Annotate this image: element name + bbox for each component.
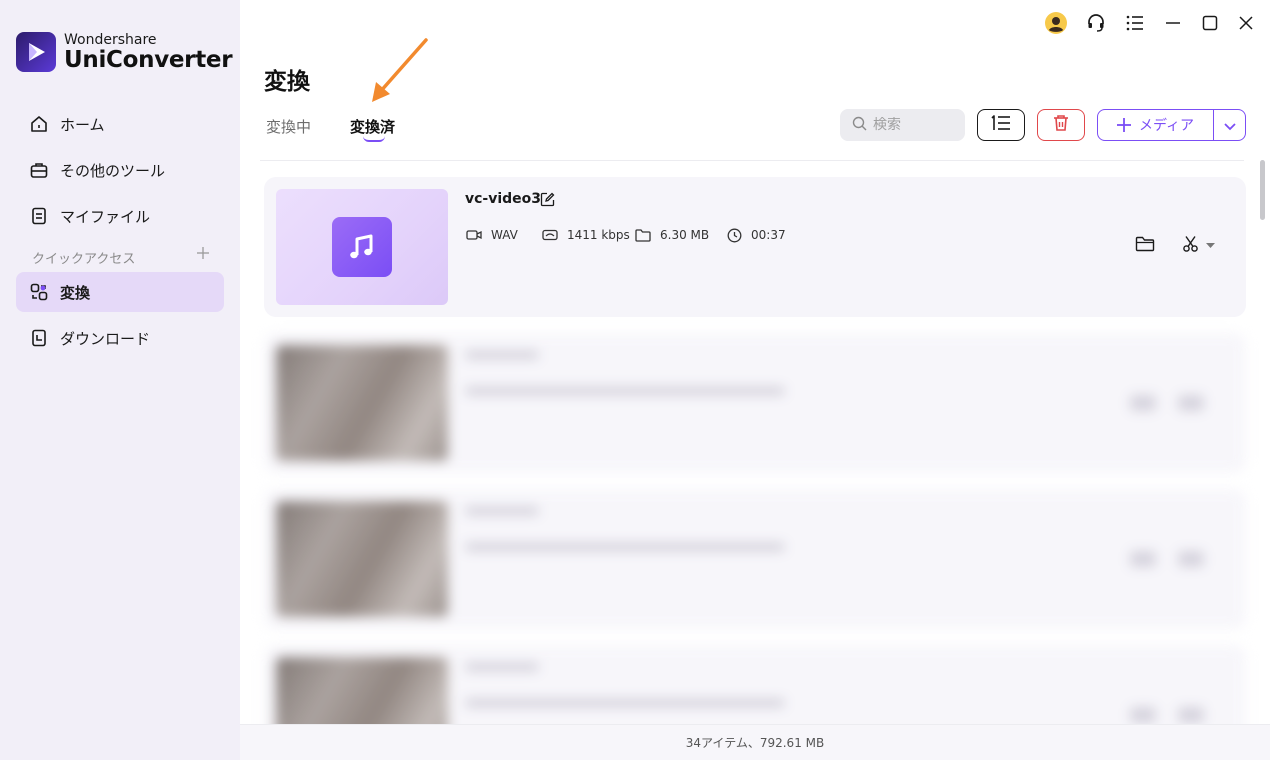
music-note-icon [332,217,392,277]
sidebar-item-label: ホーム [60,115,105,134]
brand-name: Wondershare [64,31,157,48]
size-meta: 6.30 MB [634,227,709,243]
file-bitrate: 1411 kbps [567,228,630,242]
sidebar-item-label: ダウンロード [60,329,151,348]
sidebar-item-my-files[interactable]: マイファイル [16,196,224,236]
blurred-icon [1178,395,1204,411]
chevron-down-icon [1223,116,1237,135]
scrollbar[interactable] [1260,160,1265,220]
avatar-icon[interactable] [1043,10,1069,36]
blurred-text [465,507,539,515]
numbered-list-icon [990,114,1012,136]
file-card-blurred[interactable] [264,489,1246,629]
file-icon [28,205,50,227]
add-quick-access-icon[interactable] [194,244,212,262]
sidebar-item-label: 変換 [60,283,91,302]
blurred-icon [1130,707,1156,723]
trash-icon [1052,114,1070,136]
video-camera-icon [465,227,483,243]
blurred-text [465,699,785,707]
add-media-label: メディア [1138,118,1195,134]
blurred-text [465,543,785,551]
close-icon[interactable] [1233,10,1259,36]
folder-icon [634,227,652,243]
sidebar-item-other-tools[interactable]: その他のツール [16,150,224,190]
duration-meta: 00:37 [725,227,786,243]
menu-icon[interactable] [1122,10,1148,36]
bitrate-meta: 1411 kbps [541,227,630,243]
page-title: 変換 [264,69,310,95]
status-summary: 34アイテム、792.61 MB [685,736,825,750]
folder-open-icon [1135,236,1155,256]
format-meta: WAV [465,227,518,243]
tab-converted[interactable]: 変換済 [350,116,395,137]
toolbox-icon [28,159,50,181]
convert-icon [28,281,50,303]
minimize-icon[interactable] [1160,10,1186,36]
download-icon [28,327,50,349]
blurred-text [465,663,539,671]
blurred-icon [1178,551,1204,567]
maximize-icon[interactable] [1197,10,1223,36]
edit-icon[interactable] [537,189,557,209]
header-divider [260,160,1244,161]
sidebar-item-home[interactable]: ホーム [16,104,224,144]
app-logo: Wondershare UniConverter [16,31,233,73]
file-card-blurred[interactable] [264,333,1246,473]
sort-list-button[interactable] [977,109,1025,141]
blurred-text [465,351,539,359]
file-name: vc-video3 [465,191,542,207]
blurred-icon [1130,395,1156,411]
scissors-icon [1182,235,1200,257]
add-media-dropdown[interactable] [1214,116,1245,135]
edit-tools-button[interactable] [1178,235,1218,257]
caret-down-icon [1205,243,1215,249]
blurred-icon [1178,707,1204,723]
bitrate-icon [541,227,559,243]
blurred-thumbnail [276,345,448,461]
delete-button[interactable] [1037,109,1085,141]
open-folder-button[interactable] [1132,235,1158,257]
plus-icon [1116,118,1131,132]
annotation-arrow-icon [372,38,428,102]
sidebar: Wondershare UniConverter ホーム その他のツール マイフ… [0,0,240,760]
blurred-icon [1130,551,1156,567]
file-card[interactable]: vc-video3 WAV 1411 kbps 6.30 MB 00:37 [264,177,1246,317]
status-bar: 34アイテム、792.61 MB [240,724,1270,760]
tab-converting[interactable]: 変換中 [266,116,311,137]
file-thumbnail[interactable] [276,189,448,305]
product-name: UniConverter [64,46,233,73]
add-media-main[interactable]: メディア [1098,110,1214,140]
sidebar-item-label: その他のツール [60,161,166,180]
blurred-text [465,387,785,395]
headset-icon[interactable] [1083,10,1109,36]
clock-icon [725,227,743,243]
file-format: WAV [491,228,518,242]
file-duration: 00:37 [751,228,786,242]
active-tab-indicator [363,136,385,142]
file-size: 6.30 MB [660,228,710,242]
search-box[interactable] [840,109,965,141]
sidebar-item-label: マイファイル [60,207,151,226]
search-input[interactable] [873,117,953,133]
home-icon [28,113,50,135]
quick-access-label: クイックアクセス [32,252,136,267]
sidebar-item-download[interactable]: ダウンロード [16,318,224,358]
uniconverter-logo-icon [16,32,56,72]
sidebar-item-convert[interactable]: 変換 [16,272,224,312]
search-icon [852,116,867,135]
blurred-thumbnail [276,501,448,617]
add-media-button[interactable]: メディア [1097,109,1246,141]
